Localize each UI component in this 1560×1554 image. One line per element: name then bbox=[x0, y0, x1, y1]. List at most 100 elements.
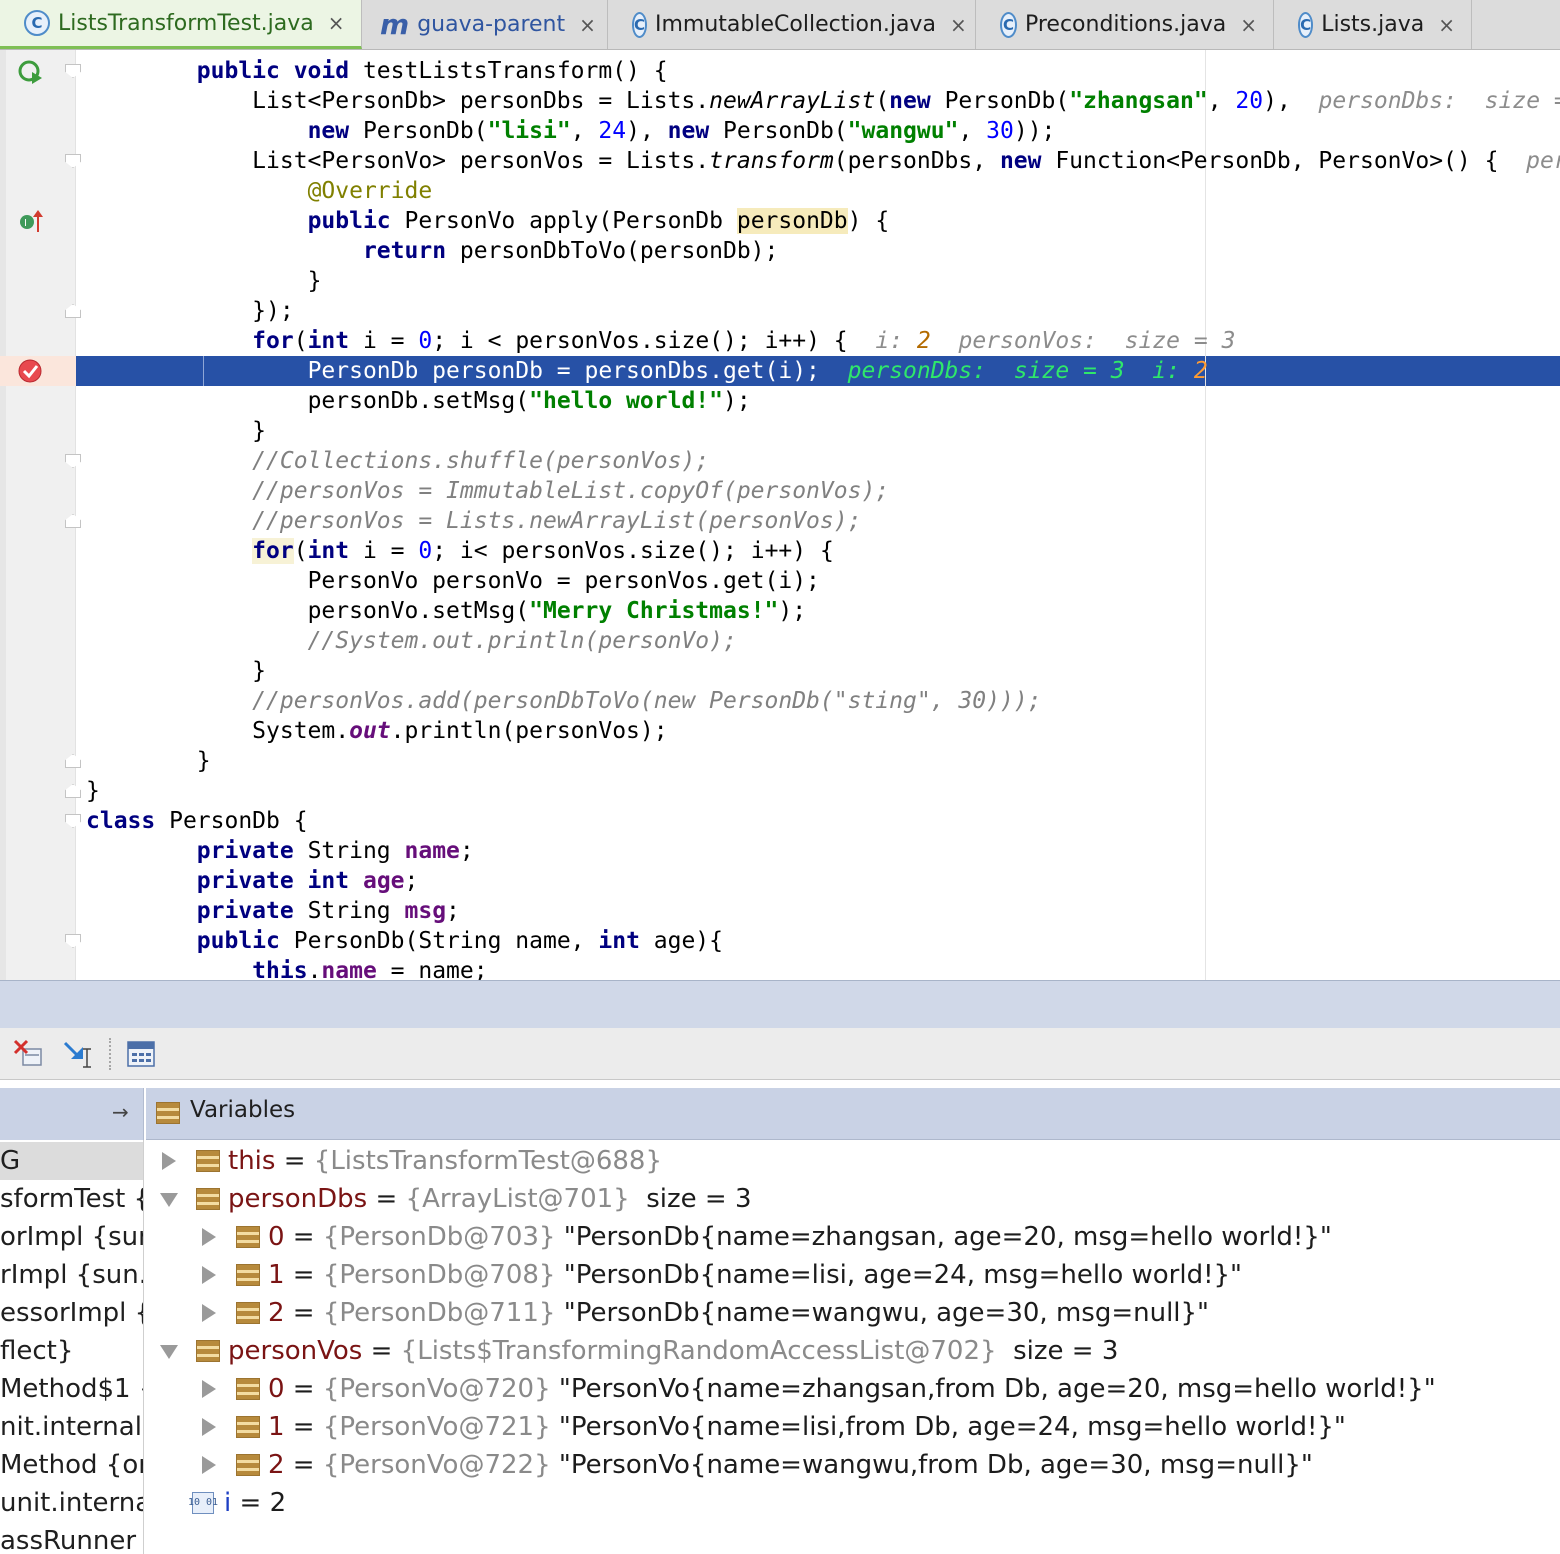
code-line[interactable]: } bbox=[86, 656, 266, 686]
code-line[interactable]: for(int i = 0; i < personVos.size(); i++… bbox=[86, 326, 1235, 356]
frame-item[interactable]: G bbox=[0, 1142, 143, 1180]
step-into-button[interactable] bbox=[60, 1038, 94, 1070]
code-line[interactable]: personDb.setMsg("hello world!"); bbox=[86, 386, 751, 416]
code-line[interactable]: } bbox=[86, 416, 266, 446]
keyword: this bbox=[252, 958, 308, 980]
code-line[interactable]: //personVos.add(personDbToVo(new PersonD… bbox=[86, 686, 1041, 716]
code-line[interactable]: } bbox=[86, 776, 100, 806]
frame-item[interactable]: flect} bbox=[0, 1332, 143, 1370]
code-line[interactable]: private int age; bbox=[86, 866, 419, 896]
frame-item[interactable]: unit.interna bbox=[0, 1484, 143, 1522]
variable-row[interactable]: 2 = {PersonDb@711} "PersonDb{name=wangwu… bbox=[192, 1294, 1209, 1332]
frame-item[interactable]: orImpl {sun bbox=[0, 1218, 143, 1256]
variable-row[interactable]: personDbs = {ArrayList@701} size = 3 bbox=[152, 1180, 752, 1218]
expand-toggle[interactable] bbox=[152, 1343, 186, 1359]
variable-row[interactable]: 1 = {PersonVo@721} "PersonVo{name=lisi,f… bbox=[192, 1408, 1346, 1446]
breakpoint-icon[interactable] bbox=[17, 358, 45, 386]
code-line[interactable]: //personVos = ImmutableList.copyOf(perso… bbox=[86, 476, 889, 506]
implements-method-icon[interactable]: I bbox=[18, 208, 46, 234]
close-icon[interactable]: × bbox=[1438, 13, 1455, 37]
code-line[interactable]: } bbox=[86, 266, 322, 296]
variable-row-i[interactable]: 10 01 i = 2 bbox=[188, 1484, 286, 1522]
tab-lists-transform-test[interactable]: C ListsTransformTest.java × bbox=[0, 0, 362, 49]
variable-value: "PersonVo{name=zhangsan,from Db, age=20,… bbox=[550, 1374, 1436, 1404]
code-line[interactable]: return personDbToVo(personDb); bbox=[86, 236, 778, 266]
code-line[interactable]: personVo.setMsg("Merry Christmas!"); bbox=[86, 596, 807, 626]
frame-item[interactable]: sformTest { bbox=[0, 1180, 143, 1218]
variable-value: "PersonDb{name=zhangsan, age=20, msg=hel… bbox=[555, 1222, 1332, 1252]
expand-toggle[interactable] bbox=[192, 1456, 226, 1474]
editor-gutter[interactable] bbox=[0, 50, 76, 980]
code-editor[interactable]: I public void testListsTransform() { Lis… bbox=[0, 50, 1560, 980]
code-line[interactable]: public PersonDb(String name, int age){ bbox=[86, 926, 723, 956]
pin-icon[interactable]: → bbox=[112, 1100, 129, 1124]
code-line[interactable]: public void testListsTransform() { bbox=[86, 56, 668, 86]
variable-row[interactable]: 0 = {PersonDb@703} "PersonDb{name=zhangs… bbox=[192, 1218, 1332, 1256]
code-line[interactable]: for(int i = 0; i< personVos.size(); i++)… bbox=[86, 536, 834, 566]
expand-toggle[interactable] bbox=[192, 1380, 226, 1398]
close-icon[interactable]: × bbox=[950, 13, 967, 37]
variable-row[interactable]: 1 = {PersonDb@708} "PersonDb{name=lisi, … bbox=[192, 1256, 1242, 1294]
evaluate-expression-button[interactable] bbox=[124, 1038, 158, 1070]
chevron-right-icon bbox=[202, 1380, 216, 1398]
string-literal: "hello world!" bbox=[529, 388, 723, 414]
close-icon[interactable]: × bbox=[328, 11, 345, 35]
frame-item[interactable]: essorImpl { bbox=[0, 1294, 143, 1332]
frame-item[interactable]: assRunner { bbox=[0, 1522, 143, 1554]
variable-row[interactable]: personVos = {Lists$TransformingRandomAcc… bbox=[152, 1332, 1118, 1370]
expand-toggle[interactable] bbox=[192, 1418, 226, 1436]
code-text: age){ bbox=[639, 928, 724, 954]
code-line[interactable]: //Collections.shuffle(personVos); bbox=[86, 446, 709, 476]
run-test-icon[interactable] bbox=[16, 58, 44, 86]
tab-preconditions[interactable]: C Preconditions.java × bbox=[976, 0, 1274, 49]
code-line[interactable]: new PersonDb("lisi", 24), new PersonDb("… bbox=[86, 116, 1056, 146]
variable-row[interactable]: this = {ListsTransformTest@688} bbox=[152, 1142, 662, 1180]
tab-label: ListsTransformTest.java bbox=[58, 10, 314, 36]
code-line[interactable]: //personVos = Lists.newArrayList(personV… bbox=[86, 506, 861, 536]
panel-splitter[interactable] bbox=[0, 980, 1560, 1028]
frame-item[interactable]: rImpl {sun.r bbox=[0, 1256, 143, 1294]
code-line[interactable]: List<PersonDb> personDbs = Lists.newArra… bbox=[86, 86, 1560, 116]
expand-toggle[interactable] bbox=[152, 1191, 186, 1207]
string-literal: "wangwu" bbox=[847, 118, 959, 144]
code-line[interactable]: this.name = name; bbox=[86, 956, 487, 980]
frame-item[interactable]: Method {or bbox=[0, 1446, 143, 1484]
equals: = bbox=[231, 1488, 270, 1518]
code-line[interactable]: List<PersonVo> personVos = Lists.transfo… bbox=[86, 146, 1560, 176]
frame-label: Method {or bbox=[0, 1450, 143, 1480]
expand-toggle[interactable] bbox=[192, 1304, 226, 1322]
expand-toggle[interactable] bbox=[192, 1266, 226, 1284]
code-line[interactable]: }); bbox=[86, 296, 294, 326]
code-line[interactable]: @Override bbox=[86, 176, 433, 206]
tab-lists[interactable]: C Lists.java × bbox=[1274, 0, 1472, 49]
code-line[interactable]: System.out.println(personVos); bbox=[86, 716, 667, 746]
code-line[interactable]: } bbox=[86, 746, 211, 776]
code-line[interactable]: class PersonDb { bbox=[86, 806, 308, 836]
code-line[interactable]: PersonVo personVo = personVos.get(i); bbox=[86, 566, 820, 596]
keyword: new bbox=[307, 118, 350, 144]
expand-toggle[interactable] bbox=[192, 1228, 226, 1246]
field-icon bbox=[236, 1378, 260, 1400]
code-line[interactable]: public PersonVo apply(PersonDb personDb)… bbox=[86, 206, 889, 236]
equals: = bbox=[362, 1336, 401, 1366]
tab-guava-parent[interactable]: m guava-parent × bbox=[362, 0, 608, 49]
close-icon[interactable]: × bbox=[1240, 13, 1257, 37]
remove-watch-button[interactable] bbox=[10, 1038, 44, 1070]
code-text: ); bbox=[723, 388, 751, 414]
code-line[interactable]: private String msg; bbox=[86, 896, 460, 926]
variable-name: 1 bbox=[268, 1260, 285, 1290]
frame-item[interactable]: Method$1 {c bbox=[0, 1370, 143, 1408]
highlighted-identifier: personDb bbox=[736, 208, 848, 234]
code-line[interactable]: private String name; bbox=[86, 836, 474, 866]
frame-label: flect} bbox=[0, 1336, 74, 1366]
code-line-current[interactable]: PersonDb personDb = personDbs.get(i); pe… bbox=[86, 356, 1208, 386]
field-name: age bbox=[362, 868, 405, 894]
variable-row[interactable]: 0 = {PersonVo@720} "PersonVo{name=zhangs… bbox=[192, 1370, 1436, 1408]
tab-immutable-collection[interactable]: C ImmutableCollection.java × bbox=[608, 0, 976, 49]
variable-row[interactable]: 2 = {PersonVo@722} "PersonVo{name=wangwu… bbox=[192, 1446, 1313, 1484]
frame-item[interactable]: nit.internal. bbox=[0, 1408, 143, 1446]
expand-toggle[interactable] bbox=[152, 1152, 186, 1170]
code-line[interactable]: //System.out.println(personVo); bbox=[86, 626, 737, 656]
close-icon[interactable]: × bbox=[579, 13, 596, 37]
